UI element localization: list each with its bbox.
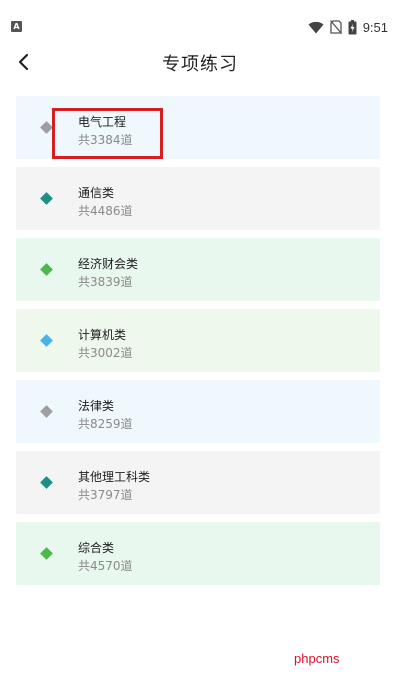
diamond-icon (40, 263, 53, 276)
category-item-computer[interactable]: 计算机类 共3002道 (16, 309, 380, 372)
no-sim-icon (329, 20, 342, 34)
category-name: 通信类 (78, 186, 115, 200)
category-count: 共4570道 (78, 559, 133, 573)
category-item-finance[interactable]: 经济财会类 共3839道 (16, 238, 380, 301)
category-count: 共3797道 (78, 488, 133, 502)
clock: 9:51 (362, 19, 388, 35)
wifi-icon (308, 21, 324, 33)
watermark: phpcms (294, 651, 340, 666)
page-title: 专项练习 (162, 54, 238, 75)
category-name: 计算机类 (78, 328, 127, 342)
category-list: 电气工程 共3384道 通信类 共4486道 经济财会类 共3839道 计算机类… (16, 96, 380, 593)
diamond-icon (40, 192, 53, 205)
notification-icon: A (11, 21, 22, 32)
category-name: 经济财会类 (78, 257, 139, 271)
category-count: 共3839道 (78, 275, 133, 289)
category-count: 共8259道 (78, 417, 133, 431)
category-name: 其他理工科类 (78, 470, 151, 484)
category-item-law[interactable]: 法律类 共8259道 (16, 380, 380, 443)
diamond-icon (40, 121, 53, 134)
diamond-icon (40, 405, 53, 418)
category-name: 综合类 (78, 541, 115, 555)
app-bar: 专项练习 (0, 40, 400, 84)
battery-icon (348, 19, 357, 34)
category-item-communication[interactable]: 通信类 共4486道 (16, 167, 380, 230)
category-count: 共3002道 (78, 346, 133, 360)
category-item-electrical[interactable]: 电气工程 共3384道 (16, 96, 380, 159)
diamond-icon (40, 476, 53, 489)
status-bar: A 9:51 (0, 0, 400, 40)
highlight-box (52, 108, 163, 159)
diamond-icon (40, 547, 53, 560)
status-icons: 9:51 (308, 19, 388, 35)
category-name: 法律类 (78, 399, 115, 413)
diamond-icon (40, 334, 53, 347)
category-count: 共4486道 (78, 204, 133, 218)
category-item-other-science[interactable]: 其他理工科类 共3797道 (16, 451, 380, 514)
category-item-comprehensive[interactable]: 综合类 共4570道 (16, 522, 380, 585)
